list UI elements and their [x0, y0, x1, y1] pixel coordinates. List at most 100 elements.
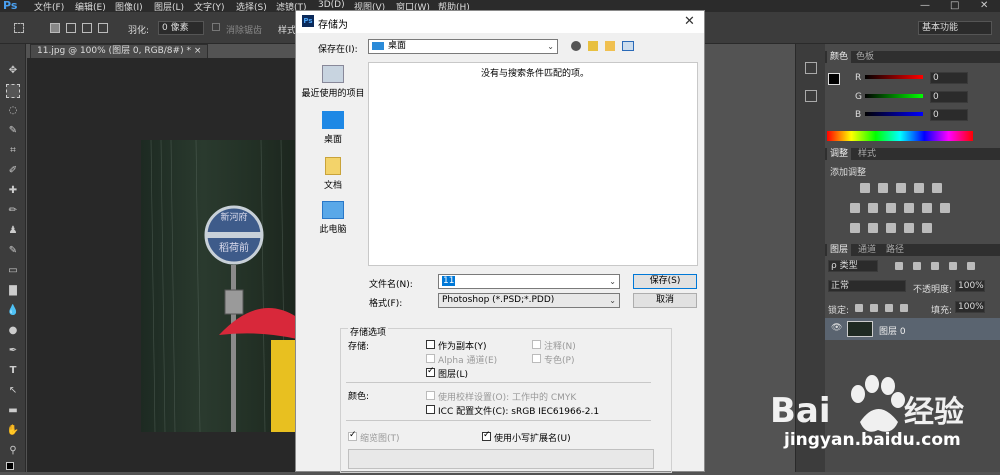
new-folder-icon[interactable]: [605, 41, 615, 51]
icc-checkbox[interactable]: [426, 405, 435, 414]
layer-name[interactable]: 图层 0: [879, 324, 906, 337]
close-window-icon[interactable]: ✕: [980, 0, 988, 11]
black-white-icon[interactable]: [886, 203, 896, 213]
move-tool-icon[interactable]: ✥: [6, 64, 20, 78]
filter-pixel-icon[interactable]: [895, 262, 903, 270]
b-slider[interactable]: [865, 112, 923, 116]
tab-color[interactable]: 颜色: [827, 51, 852, 63]
document-tab[interactable]: 11.jpg @ 100% (图层 0, RGB/8#) * ×: [30, 44, 209, 58]
up-folder-icon[interactable]: [588, 41, 598, 51]
rect-marquee-tool-icon[interactable]: [6, 84, 20, 98]
lock-transparent-icon[interactable]: [855, 304, 863, 312]
lock-position-icon[interactable]: [885, 304, 893, 312]
feather-input[interactable]: 0 像素: [158, 21, 204, 35]
levels-icon[interactable]: [878, 183, 888, 193]
lowercase-ext-checkbox[interactable]: [482, 430, 491, 441]
hand-tool-icon[interactable]: ✋: [6, 424, 20, 438]
visibility-eye-icon[interactable]: 👁: [831, 323, 842, 333]
healing-tool-icon[interactable]: ✚: [6, 184, 20, 198]
layer-row[interactable]: 👁 图层 0: [825, 318, 1000, 340]
subtract-selection-icon[interactable]: [82, 23, 92, 33]
pen-tool-icon[interactable]: ✒: [6, 344, 20, 358]
invert-icon[interactable]: [850, 223, 860, 233]
threshold-icon[interactable]: [886, 223, 896, 233]
document-image[interactable]: 新河府 稻荷前: [141, 140, 296, 432]
r-value[interactable]: 0: [930, 72, 968, 84]
history-brush-tool-icon[interactable]: ✎: [6, 244, 20, 258]
lock-pixels-icon[interactable]: [870, 304, 878, 312]
r-slider[interactable]: [865, 75, 923, 79]
stamp-tool-icon[interactable]: ♟: [6, 224, 20, 238]
place-documents[interactable]: 文档: [300, 157, 366, 191]
fill-input[interactable]: 100%: [955, 301, 985, 313]
foreground-color-swatch[interactable]: [6, 462, 14, 470]
back-icon[interactable]: [571, 41, 581, 51]
tab-channels[interactable]: 通道: [855, 244, 879, 256]
maximize-icon[interactable]: □: [950, 0, 959, 11]
workspace-select[interactable]: 基本功能: [918, 21, 992, 35]
blend-mode-select[interactable]: 正常: [828, 280, 906, 292]
as-copy-checkbox[interactable]: [426, 340, 435, 349]
add-selection-icon[interactable]: [66, 23, 76, 33]
type-tool-icon[interactable]: T: [6, 364, 20, 378]
menu-3d[interactable]: 3D(D): [318, 0, 345, 10]
intersect-selection-icon[interactable]: [98, 23, 108, 33]
blur-tool-icon[interactable]: 💧: [6, 304, 20, 318]
dodge-tool-icon[interactable]: ●: [6, 324, 20, 338]
gradient-map-icon[interactable]: [904, 223, 914, 233]
filter-shape-icon[interactable]: [949, 262, 957, 270]
curves-icon[interactable]: [896, 183, 906, 193]
save-button[interactable]: 保存(S): [633, 274, 697, 289]
eraser-tool-icon[interactable]: ▭: [6, 264, 20, 278]
spot-checkbox[interactable]: [532, 354, 541, 363]
channel-mixer-icon[interactable]: [922, 203, 932, 213]
view-menu-icon[interactable]: [622, 41, 634, 51]
filter-adjust-icon[interactable]: [913, 262, 921, 270]
file-list[interactable]: 没有与搜索条件匹配的项。: [368, 62, 698, 266]
quick-select-tool-icon[interactable]: ✎: [6, 124, 20, 138]
close-tab-icon[interactable]: ×: [194, 46, 202, 56]
brush-tool-icon[interactable]: ✏: [6, 204, 20, 218]
filter-smart-icon[interactable]: [967, 262, 975, 270]
antialias-checkbox[interactable]: [212, 23, 220, 31]
format-select[interactable]: Photoshop (*.PSD;*.PDD) ⌄: [438, 293, 620, 308]
properties-panel-icon[interactable]: [805, 90, 817, 102]
layer-filter-select[interactable]: ρ 类型: [828, 260, 878, 272]
tab-swatches[interactable]: 色板: [853, 51, 877, 63]
history-panel-icon[interactable]: [805, 62, 817, 74]
path-select-tool-icon[interactable]: ↖: [6, 384, 20, 398]
gradient-tool-icon[interactable]: ▇: [6, 284, 20, 298]
filter-type-icon[interactable]: [931, 262, 939, 270]
hue-saturation-icon[interactable]: [850, 203, 860, 213]
g-value[interactable]: 0: [930, 91, 968, 103]
tab-paths[interactable]: 路径: [883, 244, 907, 256]
minimize-icon[interactable]: —: [920, 0, 930, 11]
dialog-close-button[interactable]: ✕: [684, 14, 695, 29]
color-balance-icon[interactable]: [868, 203, 878, 213]
proof-checkbox[interactable]: [426, 391, 435, 400]
tab-styles[interactable]: 样式: [855, 148, 879, 160]
color-lookup-icon[interactable]: [940, 203, 950, 213]
lock-all-icon[interactable]: [900, 304, 908, 312]
color-spectrum-bar[interactable]: [827, 131, 973, 141]
notes-checkbox[interactable]: [532, 340, 541, 349]
exposure-icon[interactable]: [914, 183, 924, 193]
photo-filter-icon[interactable]: [904, 203, 914, 213]
layers-checkbox[interactable]: [426, 366, 435, 377]
opacity-input[interactable]: 100%: [955, 280, 985, 292]
tab-adjustments[interactable]: 调整: [827, 148, 852, 160]
zoom-tool-icon[interactable]: ⚲: [6, 444, 20, 458]
marquee-tool-icon[interactable]: [14, 23, 24, 33]
new-selection-icon[interactable]: [50, 23, 60, 33]
lasso-tool-icon[interactable]: ◌: [6, 104, 20, 118]
cancel-button[interactable]: 取消: [633, 293, 697, 308]
crop-tool-icon[interactable]: ⌗: [6, 144, 20, 158]
thumbnail-checkbox[interactable]: [348, 430, 357, 441]
g-slider[interactable]: [865, 94, 923, 98]
filename-input[interactable]: 11 ⌄: [438, 274, 620, 289]
vibrance-icon[interactable]: [932, 183, 942, 193]
place-this-pc[interactable]: 此电脑: [300, 201, 366, 235]
place-desktop[interactable]: 桌面: [300, 111, 366, 145]
b-value[interactable]: 0: [930, 109, 968, 121]
eyedropper-tool-icon[interactable]: ✐: [6, 164, 20, 178]
